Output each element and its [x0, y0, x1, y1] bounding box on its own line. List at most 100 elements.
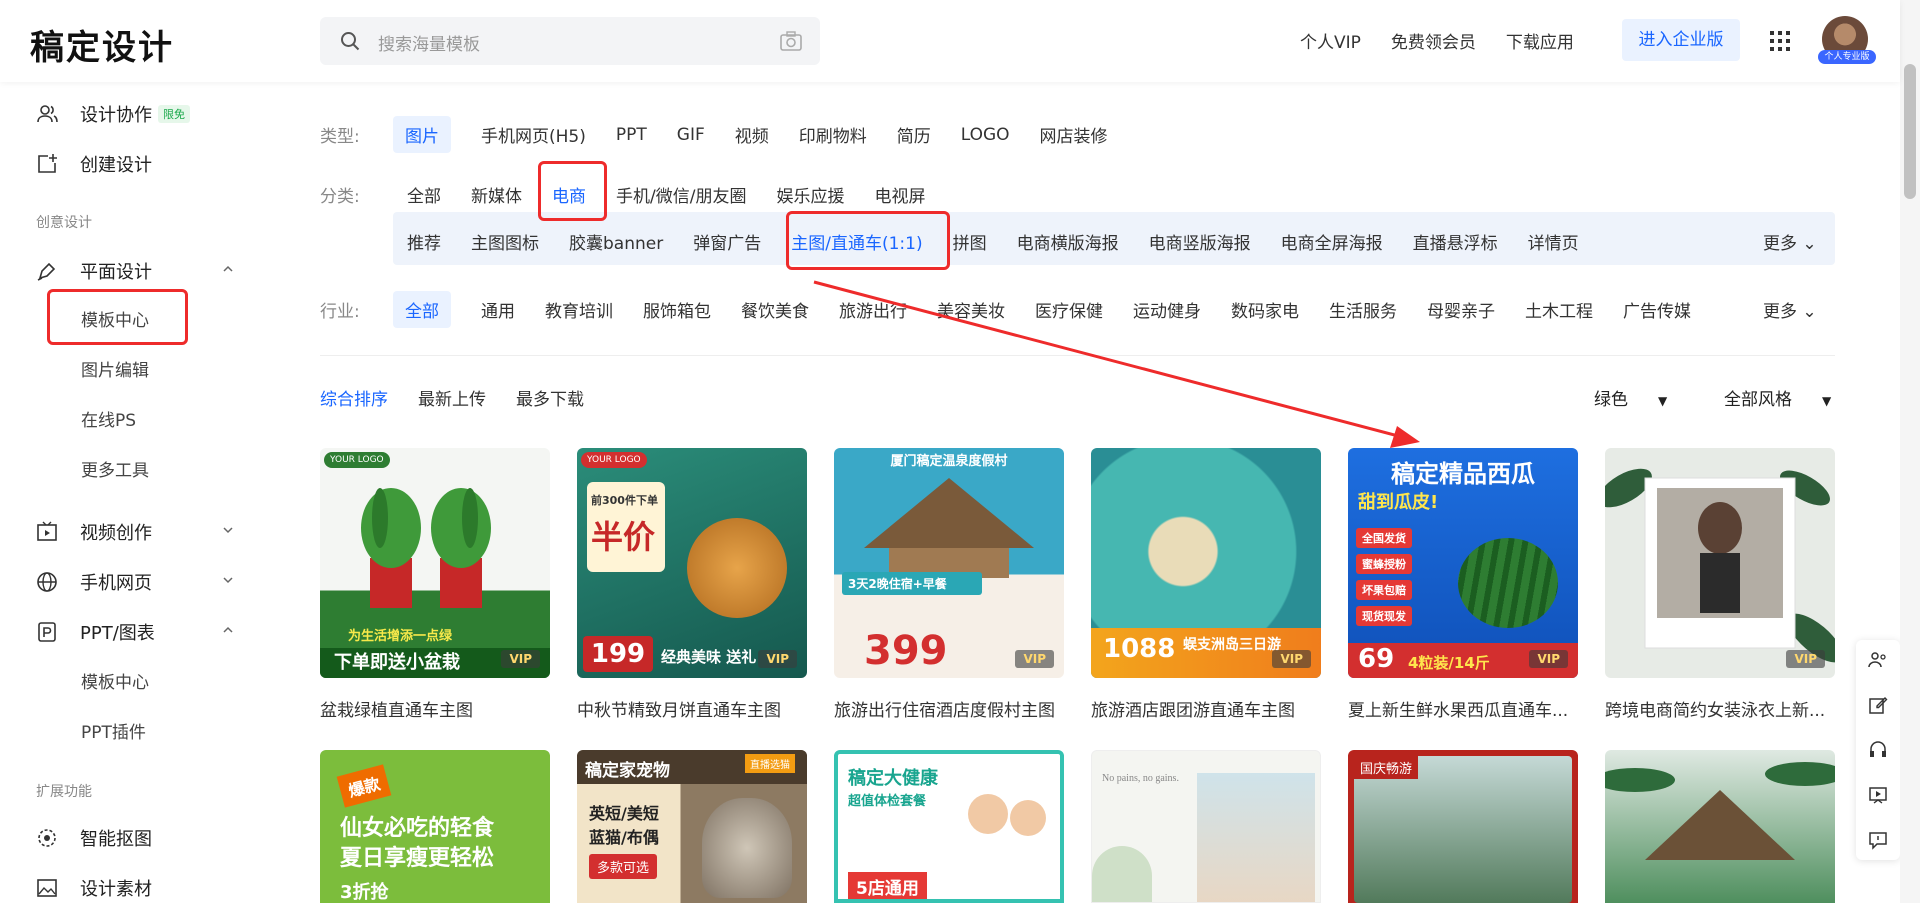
industry-chip-fitness[interactable]: 运动健身 [1133, 297, 1201, 322]
page-scrollbar[interactable] [1900, 0, 1920, 903]
template-card[interactable]: VIP [1605, 448, 1835, 678]
subcat-popup-ad[interactable]: 弹窗广告 [693, 229, 761, 254]
chevron-down-icon[interactable] [222, 524, 234, 536]
feedback-icon[interactable] [1868, 830, 1888, 850]
color-select[interactable]: 绿色 ▼ [1594, 385, 1667, 410]
industry-chip-beauty[interactable]: 美容美妆 [937, 297, 1005, 322]
industry-chip-general[interactable]: 通用 [481, 297, 515, 322]
sidebar-item-materials[interactable]: 设计素材 [36, 875, 152, 901]
subcat-capsule-banner[interactable]: 胶囊banner [569, 229, 663, 254]
industry-chip-travel[interactable]: 旅游出行 [839, 297, 907, 322]
type-chip-print[interactable]: 印刷物料 [799, 122, 867, 147]
category-chip-new-media[interactable]: 新媒体 [471, 182, 522, 207]
chevron-up-icon[interactable] [222, 263, 234, 275]
chevron-down-icon[interactable] [222, 574, 234, 586]
team-icon[interactable] [1868, 650, 1888, 670]
type-chip-h5[interactable]: 手机网页(H5) [481, 122, 586, 147]
sidebar-item-collaboration[interactable]: 设计协作 限免 [36, 101, 190, 127]
subcat-main-icon[interactable]: 主图图标 [471, 229, 539, 254]
sidebar-sub-more-tools[interactable]: 更多工具 [81, 456, 149, 481]
apps-grid-icon[interactable] [1770, 31, 1790, 51]
search-input[interactable]: 搜索海量模板 [378, 30, 480, 55]
sort-newest[interactable]: 最新上传 [418, 385, 486, 410]
sidebar-item-create[interactable]: 创建设计 [36, 151, 152, 177]
type-chip-video[interactable]: 视频 [735, 122, 769, 147]
search-bar[interactable]: 搜索海量模板 [320, 17, 820, 65]
template-title[interactable]: 夏上新生鲜水果西瓜直通车... [1348, 696, 1580, 721]
sidebar-item-video[interactable]: 视频创作 [36, 519, 152, 545]
pen-icon [37, 262, 56, 281]
template-title[interactable]: 旅游酒店跟团游直通车主图 [1091, 696, 1323, 721]
sidebar-sub-image-edit[interactable]: 图片编辑 [81, 356, 149, 381]
sidebar-item-cutout[interactable]: 智能抠图 [36, 825, 152, 851]
brand-logo[interactable]: 稿定设计 [30, 20, 174, 69]
industry-chip-education[interactable]: 教育培训 [545, 297, 613, 322]
category-chip-tv[interactable]: 电视屏 [874, 182, 925, 207]
industry-chip-all[interactable]: 全部 [393, 291, 451, 328]
headset-icon[interactable] [1868, 740, 1888, 760]
download-app-link[interactable]: 下载应用 [1506, 28, 1574, 53]
personal-vip-link[interactable]: 个人VIP [1300, 28, 1361, 53]
sidebar-sub-online-ps[interactable]: 在线PS [81, 406, 136, 431]
industry-chip-apparel[interactable]: 服饰箱包 [643, 297, 711, 322]
industry-chip-baby[interactable]: 母婴亲子 [1427, 297, 1495, 322]
subcat-fullscreen-poster[interactable]: 电商全屏海报 [1281, 229, 1383, 254]
sidebar-item-mobile-web[interactable]: 手机网页 [36, 569, 152, 595]
template-title[interactable]: 中秋节精致月饼直通车主图 [577, 696, 809, 721]
subcat-horizontal-poster[interactable]: 电商横版海报 [1017, 229, 1119, 254]
template-card[interactable]: 稿定大健康 超值体检套餐 5店通用 [834, 750, 1064, 903]
template-card[interactable]: 爆款 仙女必吃的轻食 夏日享瘦更轻松 3折抢 [320, 750, 550, 903]
type-chip-logo[interactable]: LOGO [961, 125, 1010, 145]
sidebar-item-ppt[interactable]: PPT/图表 [36, 619, 155, 645]
subcategory-more-button[interactable]: 更多 ⌄ [1763, 229, 1817, 254]
type-label: 类型: [320, 127, 360, 147]
industry-more-button[interactable]: 更多 ⌄ [1763, 297, 1817, 322]
category-chip-mobile[interactable]: 手机/微信/朋友圈 [616, 182, 746, 207]
subcat-collage[interactable]: 拼图 [953, 229, 987, 254]
subcat-live-float[interactable]: 直播悬浮标 [1413, 229, 1498, 254]
template-title[interactable]: 旅游出行住宿酒店度假村主图 [834, 696, 1066, 721]
category-chip-entertainment[interactable]: 娱乐应援 [776, 182, 844, 207]
industry-chip-digital[interactable]: 数码家电 [1231, 297, 1299, 322]
template-title[interactable]: 盆栽绿植直通车主图 [320, 696, 552, 721]
edit-icon[interactable] [1868, 695, 1888, 715]
type-chip-ppt[interactable]: PPT [616, 125, 647, 145]
sidebar-sub-ppt-templates[interactable]: 模板中心 [81, 668, 149, 693]
enterprise-button[interactable]: 进入企业版 [1622, 19, 1740, 61]
type-chip-gif[interactable]: GIF [677, 125, 705, 145]
sidebar-sub-ppt-plugin[interactable]: PPT插件 [81, 718, 146, 743]
template-card[interactable]: YOUR LOGO 为生活增添一点绿 下单即送小盆栽 VIP [320, 448, 550, 678]
industry-chip-medical[interactable]: 医疗保健 [1035, 297, 1103, 322]
chevron-up-icon[interactable] [222, 624, 234, 636]
template-card[interactable]: 稿定精品西瓜 甜到瓜皮! 全国发货 蜜蜂授粉 坏果包赔 现货现发 69 4粒装/… [1348, 448, 1578, 678]
industry-chip-media[interactable]: 广告传媒 [1623, 297, 1691, 322]
subcat-detail-page[interactable]: 详情页 [1528, 229, 1579, 254]
industry-chip-food[interactable]: 餐饮美食 [741, 297, 809, 322]
template-card[interactable]: 1088 蜈支洲岛三日游 VIP [1091, 448, 1321, 678]
subcat-vertical-poster[interactable]: 电商竖版海报 [1149, 229, 1251, 254]
type-chip-image[interactable]: 图片 [393, 116, 451, 153]
template-card[interactable]: YOUR LOGO 前300件下单 半价 199 经典美味 送礼 VIP [577, 448, 807, 678]
camera-icon[interactable] [780, 31, 802, 51]
sidebar-item-graphic-design[interactable]: 平面设计 [36, 258, 152, 284]
template-card[interactable]: 稿定家宠物 直播选猫 英短/美短 蓝猫/布偶 多款可选 [577, 750, 807, 903]
template-card[interactable] [1605, 750, 1835, 903]
divider [320, 355, 1835, 356]
type-chip-shop[interactable]: 网店装修 [1040, 122, 1108, 147]
template-title[interactable]: 跨境电商简约女装泳衣上新... [1605, 696, 1837, 721]
free-member-link[interactable]: 免费领会员 [1391, 28, 1476, 53]
industry-chip-life[interactable]: 生活服务 [1329, 297, 1397, 322]
sort-comprehensive[interactable]: 综合排序 [320, 385, 388, 410]
play-board-icon[interactable] [1868, 785, 1888, 805]
sort-most-downloads[interactable]: 最多下载 [516, 385, 584, 410]
template-card[interactable]: No pains, no gains. [1091, 750, 1321, 903]
subcat-recommend[interactable]: 推荐 [407, 229, 441, 254]
category-chip-all[interactable]: 全部 [407, 182, 441, 207]
scrollbar-thumb[interactable] [1904, 64, 1916, 199]
section-extend: 扩展功能 [36, 784, 92, 800]
template-card[interactable]: 国庆畅游 [1348, 750, 1578, 903]
type-chip-resume[interactable]: 简历 [897, 122, 931, 147]
template-card[interactable]: 厦门稿定温泉度假村 3天2晚住宿+早餐 399 VIP [834, 448, 1064, 678]
industry-chip-civil[interactable]: 土木工程 [1525, 297, 1593, 322]
style-select[interactable]: 全部风格 ▼ [1724, 385, 1831, 410]
